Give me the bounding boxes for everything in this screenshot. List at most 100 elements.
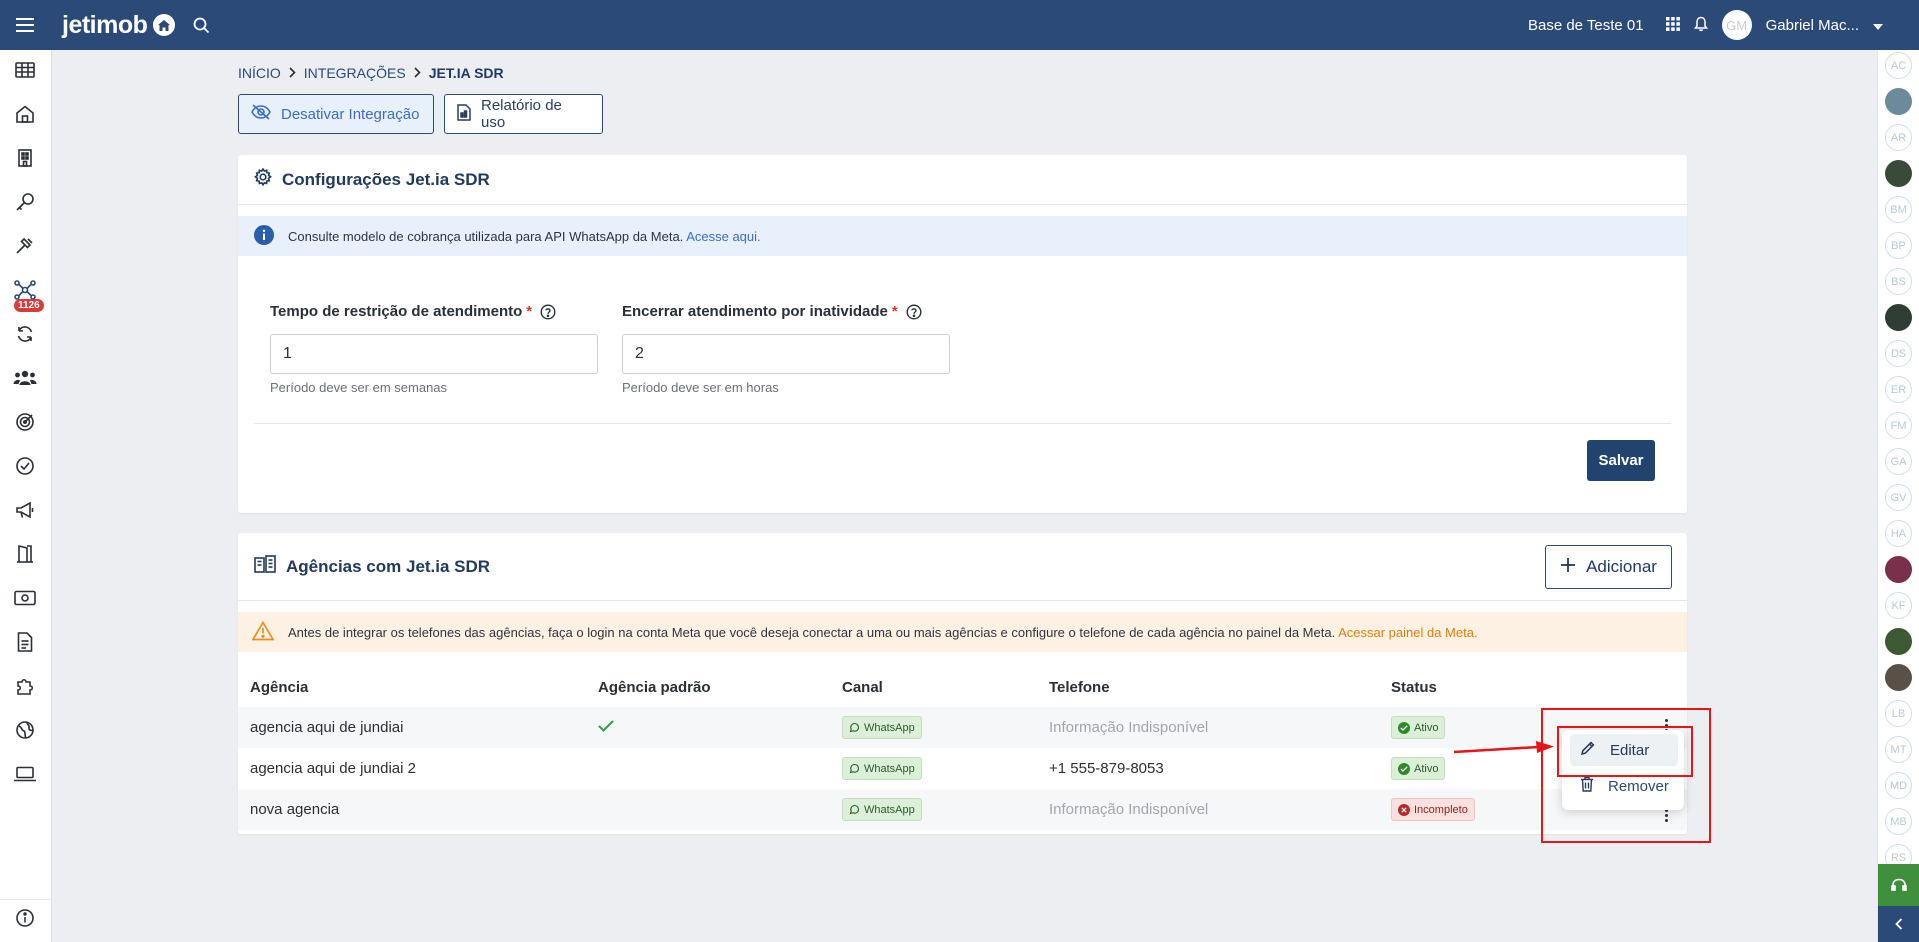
form-divider xyxy=(254,423,1671,424)
meta-panel-link[interactable]: Acessar painel da Meta. xyxy=(1338,625,1477,640)
support-button[interactable] xyxy=(1878,864,1919,906)
breadcrumb-home[interactable]: INÍCIO xyxy=(238,65,281,81)
user-avatar-kf[interactable]: KF xyxy=(1885,592,1912,619)
add-agency-label: Adicionar xyxy=(1586,557,1657,576)
headset-icon xyxy=(1891,878,1907,891)
user-avatar-photo[interactable] xyxy=(1885,160,1912,187)
add-agency-button[interactable]: Adicionar xyxy=(1545,545,1672,589)
inactivity-close-label: Encerrar atendimento por inatividade * xyxy=(622,303,922,320)
door-icon[interactable] xyxy=(12,541,38,567)
eye-off-icon xyxy=(251,104,271,124)
bell-icon[interactable] xyxy=(1693,16,1708,35)
user-avatar-photo[interactable] xyxy=(1885,88,1912,115)
user-avatar-fm[interactable]: FM xyxy=(1885,412,1912,439)
home-icon[interactable] xyxy=(12,101,38,127)
save-button[interactable]: Salvar xyxy=(1587,440,1655,481)
current-base-name[interactable]: Base de Teste 01 xyxy=(1528,17,1644,34)
user-avatar-ds[interactable]: DS xyxy=(1885,340,1912,367)
agency-name: agencia aqui de jundiai 2 xyxy=(250,760,416,777)
whatsapp-icon xyxy=(849,804,860,815)
whatsapp-badge: WhatsApp xyxy=(842,716,922,739)
billing-info-banner: Consulte modelo de cobrança utilizada pa… xyxy=(238,216,1687,256)
check-circle-icon[interactable] xyxy=(12,453,38,479)
user-avatar-bm[interactable]: BM xyxy=(1885,196,1912,223)
required-marker: * xyxy=(526,303,533,320)
user-avatar-photo[interactable] xyxy=(1885,304,1912,331)
info-icon[interactable] xyxy=(12,905,38,931)
grid-icon[interactable] xyxy=(12,57,38,83)
user-avatar-md[interactable]: MD xyxy=(1885,772,1912,799)
hamburger-menu-icon[interactable] xyxy=(0,0,50,50)
user-avatar-bp[interactable]: BP xyxy=(1885,232,1912,259)
home-icon xyxy=(153,14,176,36)
billing-info-link[interactable]: Acesse aqui. xyxy=(686,229,760,244)
billing-info-text: Consulte modelo de cobrança utilizada pa… xyxy=(288,229,761,244)
channel-cell: WhatsApp xyxy=(830,716,1037,739)
team-icon[interactable] xyxy=(12,365,38,391)
inactivity-close-input[interactable]: 2 xyxy=(622,334,950,374)
help-circle-icon[interactable] xyxy=(906,303,922,320)
table-header: Agência Agência padrão Canal Telefone St… xyxy=(238,667,1687,707)
deactivate-integration-button[interactable]: Desativar Integração xyxy=(238,94,434,134)
user-avatar[interactable]: GM xyxy=(1721,10,1752,40)
user-avatar-ac[interactable]: AC xyxy=(1885,52,1912,79)
user-avatar-er[interactable]: ER xyxy=(1885,376,1912,403)
annotation-arrow-icon xyxy=(1453,741,1554,754)
x-circle-icon xyxy=(1398,803,1410,816)
table-row[interactable]: nova agencia WhatsApp Informação Indispo… xyxy=(238,789,1687,830)
checkmark-icon xyxy=(598,719,614,736)
column-header-phone: Telefone xyxy=(1049,678,1110,696)
chevron-down-icon[interactable] xyxy=(1873,17,1883,33)
phone-cell: +1 555-879-8053 xyxy=(1049,760,1164,777)
channel-label: WhatsApp xyxy=(864,762,915,775)
key-icon[interactable] xyxy=(12,189,38,215)
search-icon[interactable] xyxy=(189,13,213,37)
user-avatar-lb[interactable]: LB xyxy=(1885,700,1912,727)
required-marker: * xyxy=(891,303,898,320)
user-avatar-photo[interactable] xyxy=(1885,628,1912,655)
app-logo[interactable]: jetimob xyxy=(62,11,176,40)
user-avatar-mb[interactable]: MB xyxy=(1885,808,1912,835)
channel-cell: WhatsApp xyxy=(830,757,1037,780)
inactivity-close-hint: Período deve ser em horas xyxy=(622,380,779,395)
meta-warning-banner: Antes de integrar os telefones das agênc… xyxy=(238,612,1687,652)
sync-icon[interactable] xyxy=(12,321,38,347)
breadcrumb-integrations[interactable]: INTEGRAÇÕES xyxy=(304,65,406,81)
sidebar-divider xyxy=(0,899,51,900)
whatsapp-badge: WhatsApp xyxy=(842,757,922,780)
target-icon[interactable] xyxy=(12,409,38,435)
deactivate-label: Desativar Integração xyxy=(281,105,420,123)
whatsapp-badge: WhatsApp xyxy=(842,798,922,821)
collapse-bar-button[interactable] xyxy=(1878,906,1919,942)
user-avatar-ar[interactable]: AR xyxy=(1885,124,1912,151)
user-name[interactable]: Gabriel Mac... xyxy=(1766,17,1859,34)
status-badge: Ativo xyxy=(1391,757,1446,780)
user-avatar-gv[interactable]: GV xyxy=(1885,484,1912,511)
whatsapp-icon xyxy=(849,722,860,733)
usage-report-button[interactable]: Relatório de uso xyxy=(444,94,603,134)
laptop-icon[interactable] xyxy=(12,761,38,787)
column-header-status: Status xyxy=(1391,678,1437,696)
help-circle-icon[interactable] xyxy=(540,303,556,320)
puzzle-icon[interactable] xyxy=(12,673,38,699)
status-badge: Ativo xyxy=(1391,716,1446,739)
megaphone-icon[interactable] xyxy=(12,497,38,523)
column-header-default-agency: Agência padrão xyxy=(598,678,711,696)
user-avatar-photo[interactable] xyxy=(1885,556,1912,583)
user-avatar-photo[interactable] xyxy=(1885,664,1912,691)
building-icon[interactable] xyxy=(12,145,38,171)
money-icon[interactable] xyxy=(12,585,38,611)
user-avatar-ga[interactable]: GA xyxy=(1885,448,1912,475)
column-header-channel: Canal xyxy=(842,678,883,696)
user-avatar-ha[interactable]: HA xyxy=(1885,520,1912,547)
apps-grid-icon[interactable] xyxy=(1665,16,1680,34)
user-avatar-mt[interactable]: MT xyxy=(1885,736,1912,763)
globe-icon[interactable] xyxy=(12,717,38,743)
user-avatar-bs[interactable]: BS xyxy=(1885,268,1912,295)
notification-count-badge: 1126 xyxy=(14,299,44,312)
restriction-time-input[interactable]: 1 xyxy=(270,334,598,374)
annotation-highlight-inner xyxy=(1557,726,1693,777)
document-icon[interactable] xyxy=(12,629,38,655)
chevron-right-icon xyxy=(289,65,296,81)
hammer-icon[interactable] xyxy=(12,233,38,259)
